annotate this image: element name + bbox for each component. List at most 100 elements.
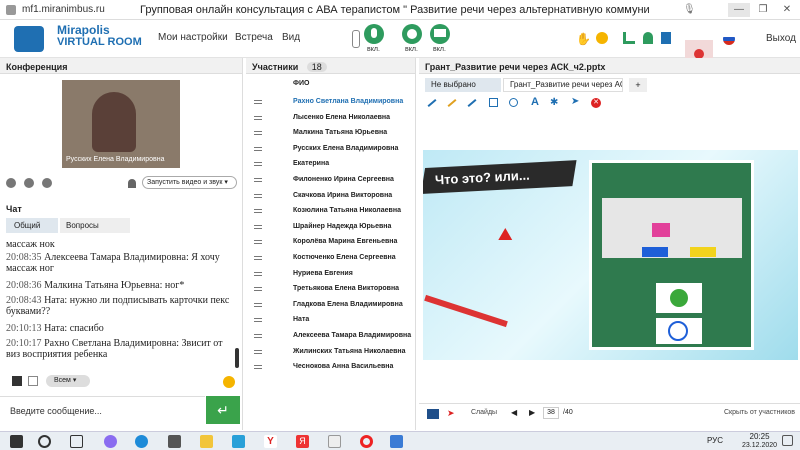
slide-number-input[interactable]: 38 <box>543 407 559 419</box>
minimize-button[interactable]: — <box>728 3 750 17</box>
text-icon[interactable]: A <box>531 96 539 108</box>
drag-handle-icon[interactable] <box>254 146 262 151</box>
nav-my-settings[interactable]: Мои настройки <box>158 32 228 43</box>
opera-icon[interactable] <box>360 435 373 448</box>
participant-row[interactable]: Жилинских Татьяна Николаевна <box>246 344 414 359</box>
hand-icon[interactable]: ✋ <box>576 32 591 46</box>
participant-row[interactable]: Королёва Марина Евгеньевна <box>246 234 414 249</box>
drag-handle-icon[interactable] <box>254 193 262 198</box>
hide-from-participants[interactable]: Скрыть от участников <box>724 409 795 416</box>
alice-icon[interactable] <box>104 435 117 448</box>
participant-row[interactable]: Третьякова Елена Викторовна <box>246 281 414 296</box>
yandex-browser-icon[interactable]: Y <box>264 435 277 448</box>
next-slide-button[interactable]: ▶ <box>529 408 535 417</box>
drag-handle-icon[interactable] <box>254 162 262 167</box>
participant-row[interactable]: Русских Елена Владимировна <box>246 141 414 156</box>
drag-handle-icon[interactable] <box>254 365 262 370</box>
tab-chat-general[interactable]: Общий <box>6 218 58 233</box>
exit-button[interactable]: Выход <box>766 33 796 44</box>
conference-tool-icon-2[interactable] <box>24 178 34 188</box>
drag-handle-icon[interactable] <box>254 131 262 136</box>
drag-handle-icon[interactable] <box>254 100 262 104</box>
conference-tool-icon[interactable] <box>6 178 16 188</box>
calendar-icon[interactable] <box>328 435 341 448</box>
participant-row[interactable]: Гладкова Елена Владимировна <box>246 297 414 312</box>
store-icon[interactable] <box>168 435 181 448</box>
maximize-button[interactable]: ❐ <box>752 3 774 17</box>
drag-handle-icon[interactable] <box>254 287 262 292</box>
microphone-icon[interactable]: 🎙 <box>683 4 696 15</box>
task-view-icon[interactable] <box>70 435 83 448</box>
tab-not-selected[interactable]: Не выбрано <box>425 78 501 92</box>
draw-mode-icon[interactable] <box>427 409 439 419</box>
chat-input[interactable]: Введите сообщение... <box>0 396 205 424</box>
drag-handle-icon[interactable] <box>254 115 262 120</box>
drag-handle-icon[interactable] <box>254 209 262 214</box>
windows-start-icon[interactable] <box>10 435 23 448</box>
microphone-button[interactable] <box>364 24 384 44</box>
pointer-mode-icon[interactable]: ➤ <box>447 408 455 419</box>
app-l-icon[interactable] <box>232 435 245 448</box>
drag-handle-icon[interactable] <box>254 178 262 182</box>
drag-handle-icon[interactable] <box>254 256 262 260</box>
smiley-icon[interactable] <box>223 376 235 388</box>
start-video-dropdown[interactable]: Запустить видео и звук ▾ <box>142 176 237 189</box>
tab-presentation[interactable]: Грант_Развитие речи через АСК_ч2.pptx <box>503 78 623 92</box>
nav-meeting[interactable]: Встреча <box>235 32 273 43</box>
stats-icon[interactable] <box>623 32 635 44</box>
circle-icon[interactable] <box>509 98 518 107</box>
yandex-icon[interactable]: Я <box>296 435 309 448</box>
browser-url[interactable]: mf1.miranimbus.ru <box>22 4 140 15</box>
drag-handle-icon[interactable] <box>254 240 262 245</box>
keyboard-language[interactable]: РУС <box>707 436 723 445</box>
participant-row[interactable]: Малкина Татьяна Юрьевна <box>246 125 414 140</box>
chat-scrollbar[interactable] <box>235 348 239 368</box>
add-tab-button[interactable]: + <box>629 78 647 92</box>
emoji-icon[interactable] <box>596 32 608 44</box>
drag-handle-icon[interactable] <box>254 224 262 229</box>
close-window-button[interactable]: ✕ <box>776 3 798 17</box>
drag-handle-icon[interactable] <box>254 349 262 354</box>
pencil-icon[interactable] <box>447 99 457 107</box>
cursor-icon[interactable]: ➤ <box>571 96 579 107</box>
mic-toggle-icon[interactable] <box>352 30 360 48</box>
participant-row[interactable]: Филоненко Ирина Сергеевна <box>246 172 414 187</box>
nav-view[interactable]: Вид <box>282 32 300 43</box>
send-button[interactable]: ↵ <box>206 396 240 424</box>
search-icon[interactable] <box>38 435 51 448</box>
tab-chat-questions[interactable]: Вопросы <box>60 218 130 233</box>
upload-icon[interactable] <box>661 32 671 44</box>
clear-icon[interactable]: ✕ <box>591 98 601 108</box>
camera-button[interactable] <box>402 24 422 44</box>
marker-icon[interactable] <box>467 99 477 107</box>
participant-row[interactable]: Нуриева Евгения <box>246 266 414 281</box>
participant-row[interactable]: Чеснокова Анна Васильевна <box>246 359 414 374</box>
language-flag-icon[interactable] <box>723 33 735 45</box>
participant-row[interactable]: Козюлина Татьяна Николаевна <box>246 203 414 218</box>
edge-icon[interactable] <box>135 435 148 448</box>
participant-row[interactable]: Ната <box>246 312 414 327</box>
pen-icon[interactable] <box>427 99 437 107</box>
screen-share-button[interactable] <box>430 24 450 44</box>
drag-handle-icon[interactable] <box>254 318 262 323</box>
photos-icon[interactable] <box>390 435 403 448</box>
participant-row[interactable]: Алексеева Тамара Владимировна <box>246 328 414 343</box>
folder-icon[interactable] <box>200 435 213 448</box>
recipients-dropdown[interactable]: Всем ▾ <box>46 375 90 387</box>
participant-row[interactable]: Екатерина <box>246 156 414 171</box>
participant-row[interactable]: Лысенко Елена Николаевна <box>246 110 414 125</box>
participant-row[interactable]: Скачкова Ирина Викторовна <box>246 188 414 203</box>
bg-color-icon[interactable] <box>28 376 38 386</box>
drag-handle-icon[interactable] <box>254 334 262 338</box>
taskbar-clock[interactable]: 20:25 23.12.2020 <box>742 432 777 450</box>
eraser-icon[interactable]: ✱ <box>550 97 558 108</box>
participant-row[interactable]: Костюченко Елена Сергеевна <box>246 250 414 265</box>
rectangle-icon[interactable] <box>489 98 498 107</box>
participant-row[interactable]: Рахно Светлана Владимировна <box>246 94 414 109</box>
participant-row[interactable]: Шрайнер Надежда Юрьевна <box>246 219 414 234</box>
notifications-icon[interactable] <box>782 435 793 446</box>
users-icon[interactable] <box>643 32 653 44</box>
drag-handle-icon[interactable] <box>254 271 262 276</box>
prev-slide-button[interactable]: ◀ <box>511 408 517 417</box>
drag-handle-icon[interactable] <box>254 302 262 307</box>
